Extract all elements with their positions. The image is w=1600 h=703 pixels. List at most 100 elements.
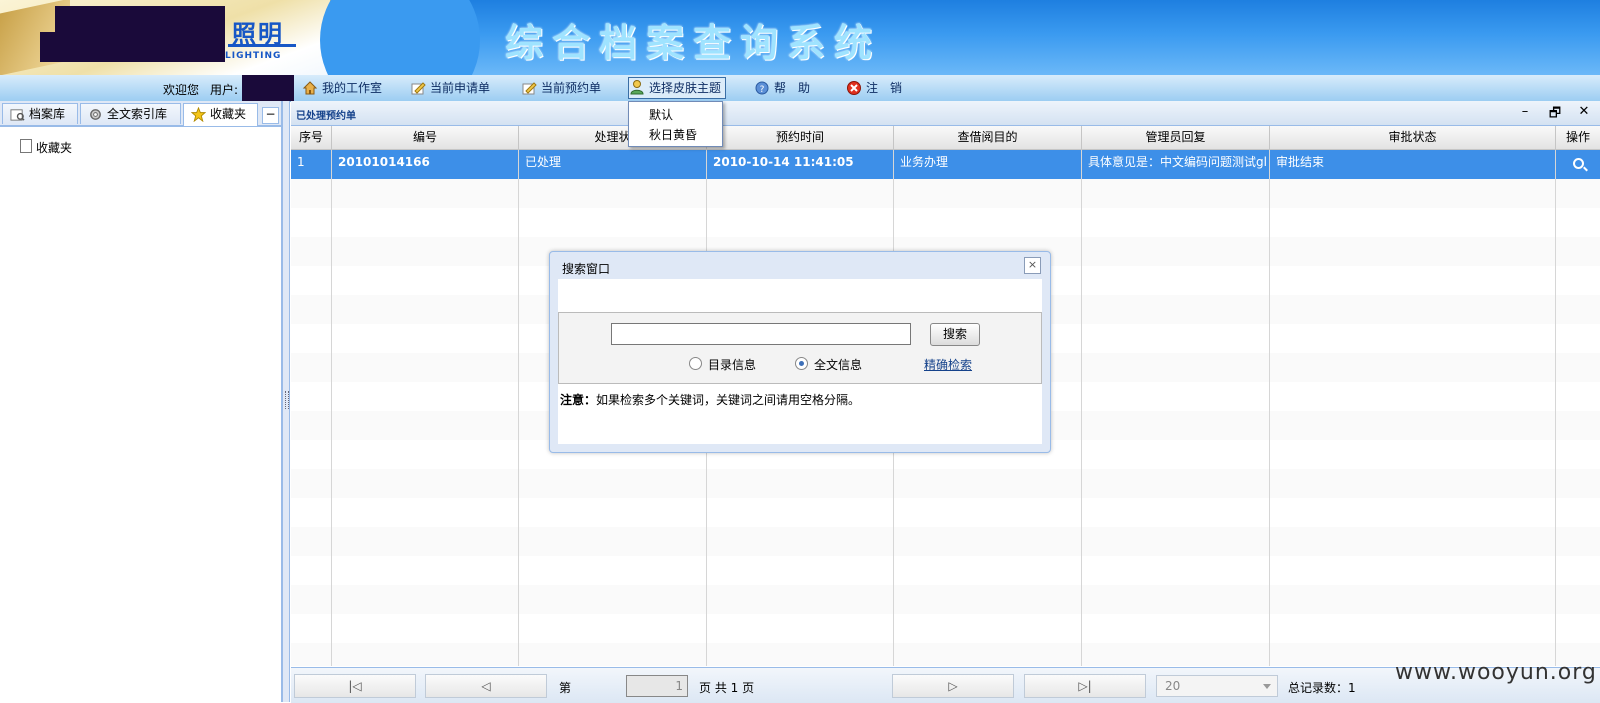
left-navigation-panel: 档案库 全文索引库 收藏夹 − 收藏夹 <box>0 101 282 702</box>
search-note: 注意：如果检索多个关键词，关键词之间请用空格分隔。 <box>560 391 860 408</box>
search-window-title: 搜索窗口 <box>562 262 611 276</box>
search-input[interactable] <box>611 323 911 345</box>
cell-status: 已处理 <box>525 155 562 169</box>
empty-row <box>291 556 1600 585</box>
toolbar-item-label: 当前申请单 <box>430 81 491 95</box>
document-icon <box>20 139 32 153</box>
last-page-button[interactable]: ▷| <box>1024 674 1146 698</box>
empty-row <box>291 179 1600 208</box>
search-window-body: 搜索 目录信息 全文信息 精确检索 注意：如果检索多个关键词，关键词之间请用空格… <box>558 279 1042 444</box>
skin-theme-menu: 默认 秋日黄昏 <box>628 101 723 147</box>
left-tabs: 档案库 全文索引库 收藏夹 − <box>0 101 281 126</box>
cell-purpose: 业务办理 <box>900 155 949 169</box>
toolbar-logout[interactable]: 注 销 <box>846 79 902 97</box>
svg-text:?: ? <box>760 85 765 95</box>
column-divider <box>331 150 332 666</box>
user-label: 用户: <box>210 83 239 97</box>
tree-item-label: 收藏夹 <box>36 141 73 155</box>
radio-fulltext-label: 全文信息 <box>814 358 863 372</box>
collapse-panel-button[interactable]: − <box>262 107 279 124</box>
tab-label: 全文索引库 <box>107 107 168 121</box>
column-header-time[interactable]: 预约时间 <box>707 126 894 149</box>
redacted-logo-area-2 <box>40 32 225 62</box>
redacted-logo-area <box>55 6 225 34</box>
menu-item-default[interactable]: 默认 <box>649 106 673 123</box>
tab-fulltext-index[interactable]: 全文索引库 <box>80 103 181 124</box>
top-toolbar: 欢迎您 用户: 我的工作室 当前申请单 当前预约单 选择皮肤主题 ? 帮 助 注… <box>0 75 1600 102</box>
column-header-action[interactable]: 操作 <box>1556 126 1600 149</box>
toolbar-item-label: 我的工作室 <box>322 81 383 95</box>
page-size-value: 20 <box>1165 679 1181 693</box>
search-window: 搜索窗口 × 搜索 目录信息 全文信息 精确检索 注意：如果检索多个关键词，关键… <box>549 251 1051 453</box>
main-panel-title: 已处理预约单 <box>296 111 356 122</box>
radio-catalog[interactable] <box>689 357 702 370</box>
menu-item-autumn-dusk[interactable]: 秋日黄昏 <box>649 126 697 143</box>
minimize-button[interactable]: – <box>1517 104 1533 119</box>
main-panel-header: 已处理预约单 – 🗗 ✕ <box>291 101 1600 126</box>
redacted-username <box>242 75 294 101</box>
toolbar-current-reservation[interactable]: 当前预约单 <box>521 79 601 97</box>
favorites-tree: 收藏夹 <box>0 126 281 703</box>
star-icon <box>191 107 206 122</box>
welcome-text: 欢迎您 <box>163 83 200 97</box>
empty-row <box>291 498 1600 527</box>
column-header-purpose[interactable]: 查借阅目的 <box>894 126 1082 149</box>
toolbar-item-label: 注 销 <box>866 81 903 95</box>
radio-fulltext[interactable] <box>795 357 808 370</box>
page-prefix: 第 <box>559 681 572 695</box>
advanced-search-link[interactable]: 精确检索 <box>924 356 972 373</box>
toolbar-help[interactable]: ? 帮 助 <box>754 79 810 97</box>
cell-approval: 审批结束 <box>1276 155 1325 169</box>
cell-number: 20101014166 <box>338 155 430 169</box>
note-text: 如果检索多个关键词，关键词之间请用空格分隔。 <box>596 393 861 407</box>
page-size-select[interactable]: 20 <box>1156 675 1278 697</box>
empty-row <box>291 585 1600 614</box>
company-logo-en: LIGHTING <box>225 51 282 61</box>
toolbar-my-workspace[interactable]: 我的工作室 <box>302 79 382 97</box>
tree-item-favorites[interactable]: 收藏夹 <box>20 139 72 156</box>
total-label: 总记录数： <box>1288 681 1349 695</box>
tab-label: 档案库 <box>29 107 66 121</box>
tab-archive[interactable]: 档案库 <box>2 103 78 124</box>
column-header-number[interactable]: 编号 <box>332 126 519 149</box>
empty-row <box>291 469 1600 498</box>
toolbar-select-skin[interactable]: 选择皮肤主题 <box>628 77 727 99</box>
restore-button[interactable]: 🗗 <box>1547 104 1563 126</box>
column-divider <box>1555 150 1556 666</box>
toolbar-current-application[interactable]: 当前申请单 <box>410 79 490 97</box>
search-icon[interactable] <box>1573 158 1584 169</box>
grid-header: 序号 编号 处理状 预约时间 查借阅目的 管理员回复 审批状态 操作 <box>291 126 1600 150</box>
column-header-index[interactable]: 序号 <box>291 126 332 149</box>
empty-row <box>291 527 1600 556</box>
logo-underline <box>228 44 296 47</box>
system-title: 综合档案查询系统 <box>505 21 882 65</box>
page-number-input[interactable]: 1 <box>626 675 688 697</box>
panel-splitter[interactable] <box>282 101 290 702</box>
empty-row <box>291 614 1600 643</box>
column-header-approval[interactable]: 审批状态 <box>1270 126 1556 149</box>
edit-icon <box>522 82 537 95</box>
total-records-label: 总记录数：1 <box>1288 679 1356 696</box>
empty-row <box>291 208 1600 237</box>
prev-page-button[interactable]: ◁ <box>425 674 547 698</box>
user-icon <box>630 80 644 95</box>
gear-icon <box>90 109 101 120</box>
tab-favorites[interactable]: 收藏夹 <box>183 103 258 126</box>
table-row[interactable]: 1 20101014166 已处理 2010-10-14 11:41:05 业务… <box>291 150 1600 179</box>
toolbar-item-label: 选择皮肤主题 <box>649 81 722 95</box>
close-panel-button[interactable]: ✕ <box>1576 104 1592 119</box>
cell-time: 2010-10-14 11:41:05 <box>713 155 854 169</box>
cell-index: 1 <box>297 155 305 169</box>
first-page-button[interactable]: |◁ <box>294 674 416 698</box>
search-button[interactable]: 搜索 <box>930 323 980 346</box>
search-form: 搜索 目录信息 全文信息 精确检索 <box>558 312 1042 384</box>
close-icon[interactable]: × <box>1024 257 1041 274</box>
column-header-reply[interactable]: 管理员回复 <box>1082 126 1270 149</box>
next-page-button[interactable]: ▷ <box>892 674 1014 698</box>
column-divider <box>1269 150 1270 666</box>
home-icon <box>302 81 318 95</box>
archive-icon <box>10 109 25 121</box>
watermark: www.wooyun.org <box>1395 660 1597 685</box>
total-value: 1 <box>1348 681 1356 695</box>
app-header: 照明 LIGHTING 综合档案查询系统 <box>0 0 1600 75</box>
